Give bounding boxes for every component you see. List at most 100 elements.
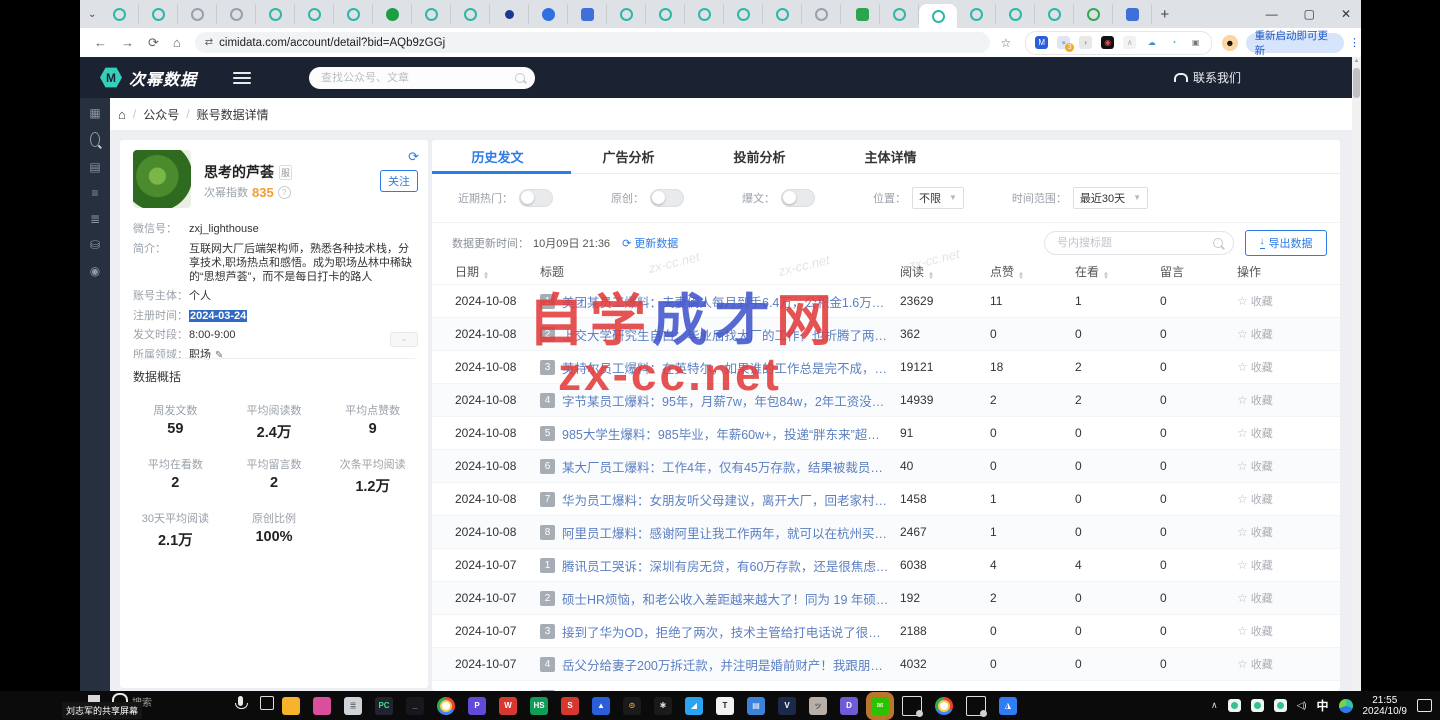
taskbar-app-icon[interactable]: _ <box>406 697 424 715</box>
article-title-link[interactable]: 英特尔员工爆料：在英特尔，如果谁的工作总是完不成，会评估是你工作量太… <box>562 358 892 377</box>
taskbar-app-icon[interactable]: ▤ <box>747 697 765 715</box>
taskbar-app-icon[interactable]: T <box>716 697 734 715</box>
select-box[interactable]: 最近30天▼ <box>1073 187 1148 209</box>
main-tab[interactable]: 投前分析 <box>694 140 825 173</box>
contact-us-link[interactable]: 联系我们 <box>1174 69 1241 86</box>
taskbar-app-icon[interactable]: ▲ <box>592 697 610 715</box>
extension-icon[interactable]: ◗ <box>1079 36 1092 49</box>
taskbar-clock[interactable]: 21:55 2024/10/9 <box>1363 695 1408 717</box>
url-text[interactable]: cimidata.com/account/detail?bid=AQb9zGGj <box>219 37 445 49</box>
taskbar-app-icon[interactable]: ッ <box>809 697 827 715</box>
article-title-link[interactable]: 阿里员工爆料：感谢阿里让我工作两年，就可以在杭州买房！不然的话，靠家… <box>562 523 892 542</box>
taskbar-app-icon[interactable]: ✱ <box>654 697 672 715</box>
scrollbar-thumb[interactable] <box>1353 68 1360 98</box>
browser-tab[interactable] <box>295 4 334 24</box>
extension-icon[interactable]: ◉ <box>1101 36 1114 49</box>
forward-button[interactable]: → <box>121 35 134 50</box>
browser-tab[interactable] <box>802 4 841 24</box>
browser-tab[interactable] <box>607 4 646 24</box>
taskbar-app-icon[interactable]: S <box>561 697 579 715</box>
taskbar-app-icon[interactable]: W <box>499 697 517 715</box>
table-column-header[interactable]: 操作 <box>1237 263 1340 280</box>
title-search-box[interactable] <box>1044 231 1234 255</box>
browser-tab[interactable] <box>880 4 919 24</box>
article-title-link[interactable]: 美团某员工爆料：夫妻俩人每月到手6.4万，公积金1.6万，背着房贷，工作累… <box>562 292 892 311</box>
favorite-button[interactable]: ☆收藏 <box>1237 458 1340 474</box>
extension-icon[interactable]: ●3 <box>1057 36 1070 49</box>
hamburger-menu-icon[interactable] <box>233 69 251 87</box>
extension-icon[interactable]: ▣ <box>1189 36 1202 49</box>
browser-tab[interactable] <box>139 4 178 24</box>
tray-expand-icon[interactable]: ∧ <box>1211 700 1218 711</box>
toggle-switch[interactable] <box>650 189 684 207</box>
header-search-input[interactable] <box>319 71 515 85</box>
task-view-icon[interactable] <box>260 696 274 710</box>
browser-tab[interactable] <box>529 4 568 24</box>
taskbar-app-icon[interactable] <box>966 696 986 716</box>
browser-tab[interactable] <box>646 4 685 24</box>
favorite-button[interactable]: ☆收藏 <box>1237 326 1340 342</box>
article-title-link[interactable]: 接到了华为OD，拒绝了两次，技术主管给打电话说了很多职业发展的事情，… <box>562 622 892 641</box>
taskbar-app-icon[interactable]: D <box>840 697 858 715</box>
scrollbar-up-arrow[interactable]: ▲ <box>1352 57 1361 66</box>
notification-center-icon[interactable] <box>1417 699 1432 712</box>
favorite-button[interactable]: ☆收藏 <box>1237 425 1340 441</box>
follow-button[interactable]: 关注 <box>380 170 418 192</box>
home-icon[interactable]: ⌂ <box>118 107 126 122</box>
browser-tab[interactable] <box>451 4 490 24</box>
favorite-button[interactable]: ☆收藏 <box>1237 590 1340 606</box>
sidebar-user-icon[interactable]: ◉ <box>90 264 100 277</box>
table-column-header[interactable]: 日期▲▼ <box>455 263 540 280</box>
taskbar-app-icon[interactable]: ≣ <box>344 697 362 715</box>
sort-icon[interactable]: ▲▼ <box>928 272 934 280</box>
home-button[interactable]: ⌂ <box>173 35 181 50</box>
page-scrollbar[interactable]: ▲ <box>1352 57 1361 691</box>
info-icon[interactable]: ? <box>278 186 291 199</box>
extension-icon[interactable]: ◔ <box>1167 36 1180 49</box>
toggle-switch[interactable] <box>519 189 553 207</box>
ime-indicator[interactable]: 中 <box>1316 697 1328 714</box>
article-title-link[interactable]: 上交大学研究生自白：毕业后找大厂的工作，也折腾了两年，如… <box>562 325 892 344</box>
browser-tab[interactable] <box>100 4 139 24</box>
sidebar-list-icon[interactable]: ≡ <box>91 186 98 199</box>
table-column-header[interactable]: 在看▲▼ <box>1075 263 1160 280</box>
extension-icon[interactable]: ∧ <box>1123 36 1136 49</box>
window-close-button[interactable]: ✕ <box>1341 7 1351 21</box>
taskbar-app-icon[interactable]: ◢ <box>685 697 703 715</box>
sidebar-dashboard-icon[interactable]: ▦ <box>89 106 100 119</box>
tray-wechat-icon[interactable] <box>1228 699 1241 712</box>
browser-menu-icon[interactable]: ⋮ <box>1349 36 1361 49</box>
refresh-account-icon[interactable]: ⟳ <box>408 149 419 165</box>
title-search-input[interactable] <box>1055 236 1213 250</box>
tray-wecom-icon[interactable] <box>1251 699 1264 712</box>
export-data-button[interactable]: ↓ 导出数据 <box>1245 230 1327 256</box>
extension-icon[interactable]: ☁ <box>1145 36 1158 49</box>
favorite-button[interactable]: ☆收藏 <box>1237 524 1340 540</box>
browser-tab[interactable] <box>1074 4 1113 24</box>
extension-icon[interactable]: M <box>1035 36 1048 49</box>
browser-tab[interactable] <box>996 4 1035 24</box>
favorite-button[interactable]: ☆收藏 <box>1237 392 1340 408</box>
favorite-button[interactable]: ☆收藏 <box>1237 623 1340 639</box>
browser-tab[interactable] <box>568 4 607 24</box>
microphone-icon[interactable] <box>238 696 243 706</box>
browser-tab[interactable] <box>178 4 217 24</box>
browser-profile-avatar[interactable]: ☻ <box>1222 35 1237 51</box>
main-tab[interactable]: 主体详情 <box>825 140 956 173</box>
main-tab[interactable]: 历史发文 <box>432 140 563 173</box>
browser-tab[interactable] <box>685 4 724 24</box>
window-restore-button[interactable]: ▢ <box>1304 7 1315 21</box>
back-button[interactable]: ← <box>94 35 107 50</box>
site-settings-icon[interactable]: ⇄ <box>205 37 212 48</box>
browser-tab[interactable] <box>957 4 996 24</box>
taskbar-app-icon[interactable]: ◮ <box>999 697 1017 715</box>
taskbar-app-icon[interactable] <box>935 697 953 715</box>
favorite-button[interactable]: ☆收藏 <box>1237 656 1340 672</box>
browser-update-chip[interactable]: 重新启动即可更新 <box>1246 33 1344 53</box>
taskbar-app-icon[interactable]: ✉ <box>871 697 889 715</box>
window-minimize-button[interactable]: — <box>1266 7 1278 21</box>
table-column-header[interactable]: 标题 <box>540 263 900 280</box>
article-title-link[interactable]: 某大厂员工爆料：工作4年，仅有45万存款，结果被裁员，几个月都找不到工… <box>562 457 892 476</box>
sidebar-article-icon[interactable]: ▤ <box>89 160 100 173</box>
taskbar-app-icon[interactable]: V <box>778 697 796 715</box>
